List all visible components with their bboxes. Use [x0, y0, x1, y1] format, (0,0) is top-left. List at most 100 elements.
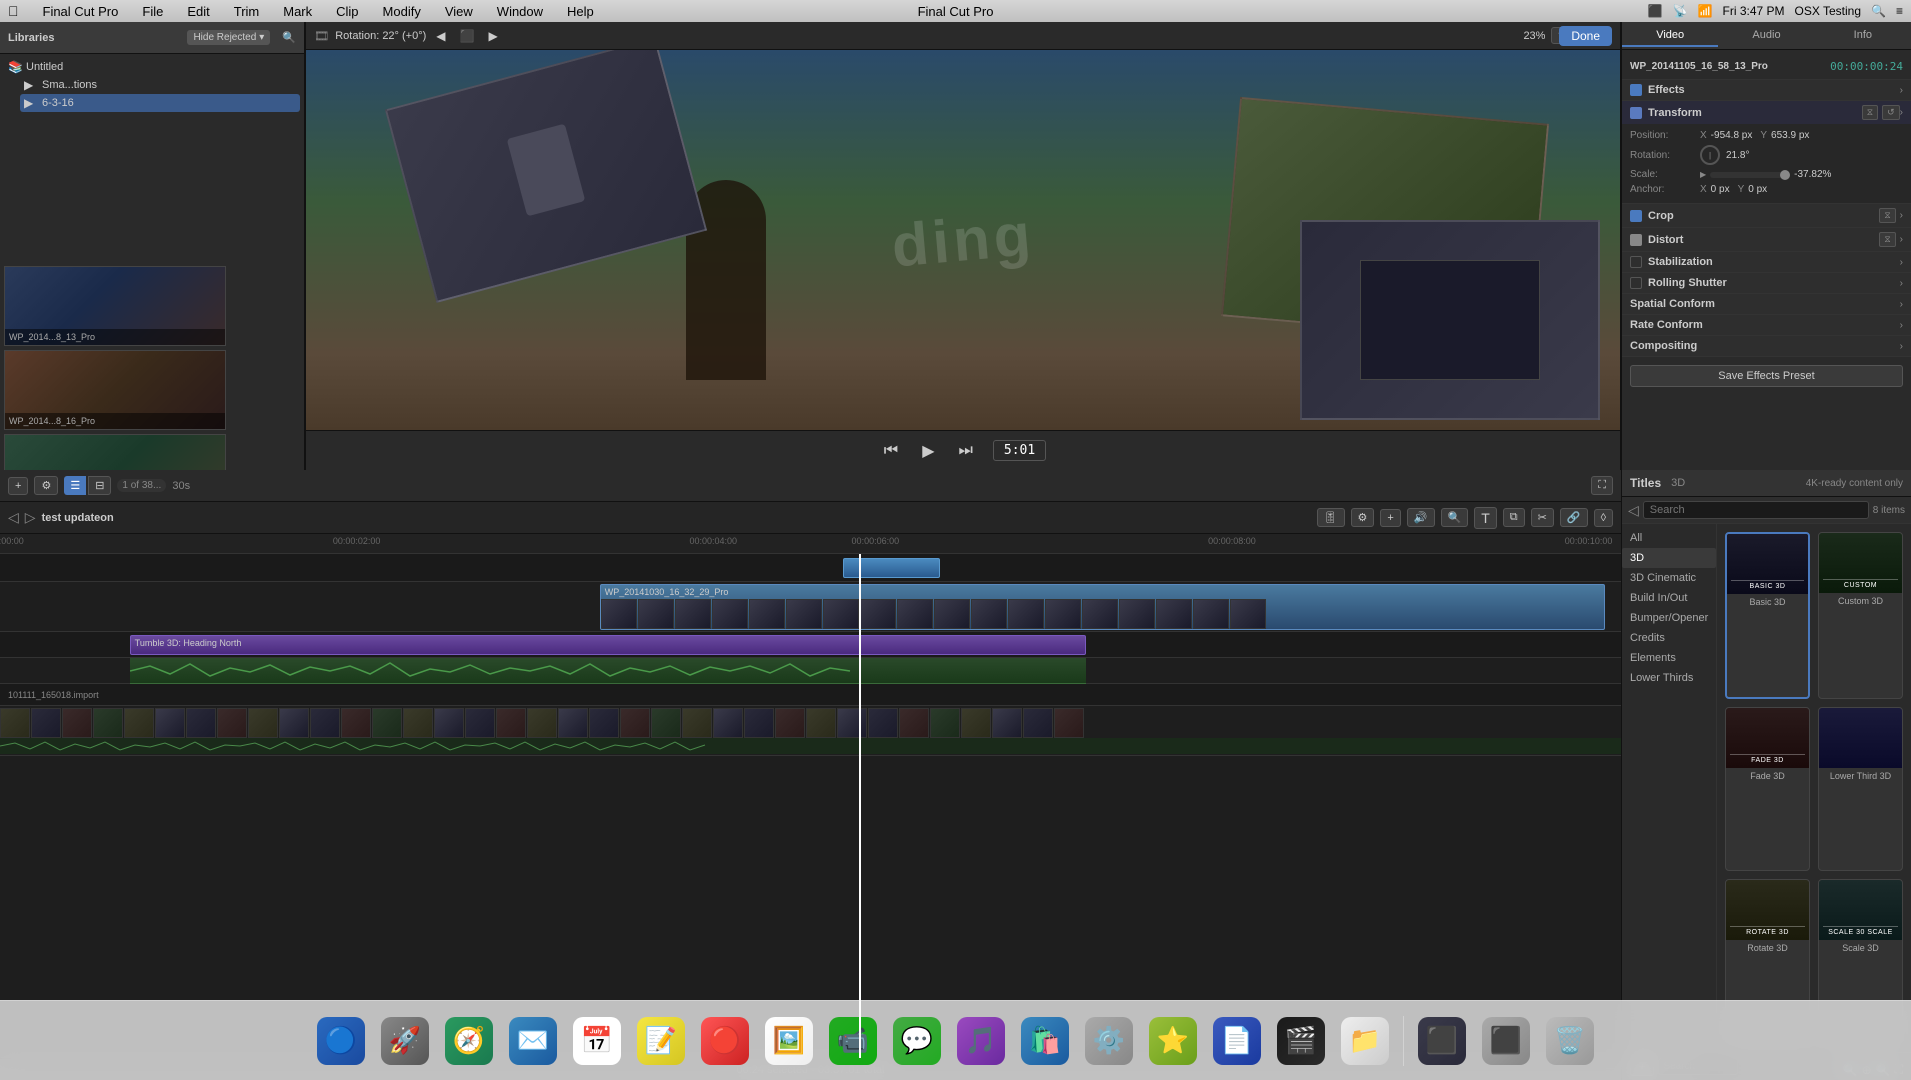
thumbnail-item-2[interactable]: WP_2014...8_16_Pro [4, 350, 300, 430]
menu-mark[interactable]: Mark [279, 4, 316, 19]
blade-tool-button[interactable]: ✂ [1531, 508, 1554, 527]
main-video-clip[interactable]: WP_20141030_16_32_29_Pro [600, 584, 1605, 630]
transform-section-header[interactable]: Transform ⧖ ↺ › [1622, 101, 1911, 124]
dock-item-finder[interactable]: 🔵 [311, 1011, 371, 1071]
stabilization-section-header[interactable]: Stabilization › [1622, 252, 1911, 272]
dock-item-facetime[interactable]: 📹 [823, 1011, 883, 1071]
cat-lower-thirds[interactable]: Lower Thirds [1622, 668, 1716, 688]
titles-back-button[interactable]: ◁ [1628, 502, 1639, 519]
library-item-smart-collections[interactable]: ▶ Sma...tions [20, 76, 300, 94]
dock-item-app1[interactable]: ⬛ [1412, 1011, 1472, 1071]
stabilization-checkbox[interactable] [1630, 256, 1642, 268]
tab-video[interactable]: Video [1622, 25, 1718, 47]
dock-item-photos[interactable]: 🖼️ [759, 1011, 819, 1071]
dock-item-messages[interactable]: 💬 [887, 1011, 947, 1071]
dock-item-notes[interactable]: 📝 [631, 1011, 691, 1071]
add-to-timeline-button[interactable]: + [1380, 509, 1400, 527]
dock-item-app2[interactable]: ⬛ [1476, 1011, 1536, 1071]
timeline-appearance-button[interactable]: 🎚 [1317, 508, 1345, 527]
scale-expand-icon[interactable]: ▶ [1700, 170, 1706, 179]
search-menu-icon[interactable]: 🔍 [1871, 4, 1886, 18]
title-card-fade3d[interactable]: FADE 3D Fade 3D [1725, 707, 1810, 872]
cat-bumper-opener[interactable]: Bumper/Opener [1622, 608, 1716, 628]
menu-file[interactable]: File [138, 4, 167, 19]
library-item-untitled[interactable]: 📚 Untitled [4, 58, 300, 76]
crop-keyframe-button[interactable]: ⧖ [1879, 208, 1895, 223]
connected-clip-block[interactable] [843, 558, 940, 578]
rolling-shutter-checkbox[interactable] [1630, 277, 1642, 289]
menu-finalcutpro[interactable]: Final Cut Pro [39, 4, 123, 19]
title-card-lower3rd[interactable]: Lower Third 3D [1818, 707, 1903, 872]
expand-timeline-button[interactable]: ⛶ [1591, 476, 1613, 495]
anchor-y[interactable]: 0 px [1748, 184, 1767, 195]
library-item-date-folder[interactable]: ▶ 6-3-16 [20, 94, 300, 112]
rolling-shutter-section-header[interactable]: Rolling Shutter › [1622, 273, 1911, 293]
dock-item-systemprefs[interactable]: ⚙️ [1079, 1011, 1139, 1071]
spatial-conform-section-header[interactable]: Spatial Conform › [1622, 294, 1911, 314]
list-view-button[interactable]: ☰ [64, 476, 86, 495]
titles-icon-button[interactable]: T [1474, 507, 1497, 529]
dock-item-reeder[interactable]: ⭐ [1143, 1011, 1203, 1071]
dock-item-reminders[interactable]: 🔴 [695, 1011, 755, 1071]
anchor-x[interactable]: 0 px [1711, 184, 1730, 195]
jump-start-button[interactable]: ⏮ [880, 438, 902, 464]
dock-item-launchpad[interactable]: 🚀 [375, 1011, 435, 1071]
fit-frame-button[interactable]: ⬛ [456, 25, 479, 47]
tab-info[interactable]: Info [1815, 25, 1911, 47]
compositing-section-header[interactable]: Compositing › [1622, 336, 1911, 356]
title-card-basic3d[interactable]: BASIC 3D Basic 3D [1725, 532, 1810, 699]
forward-marker-button[interactable]: ▷ [25, 509, 36, 526]
search-library-icon[interactable]: 🔍 [282, 31, 296, 44]
cat-build-inout[interactable]: Build In/Out [1622, 588, 1716, 608]
dock-item-mail[interactable]: ✉️ [503, 1011, 563, 1071]
filmstrip-view-button[interactable]: ⊟ [88, 476, 111, 495]
dock-item-finder2[interactable]: 📁 [1335, 1011, 1395, 1071]
scale-value[interactable]: -37.82% [1794, 169, 1831, 180]
menu-modify[interactable]: Modify [379, 4, 425, 19]
tab-audio[interactable]: Audio [1718, 25, 1814, 47]
cat-all[interactable]: All [1622, 528, 1716, 548]
distort-section-header[interactable]: Distort ⧖ › [1622, 228, 1911, 251]
menu-window[interactable]: Window [493, 4, 547, 19]
rate-conform-section-header[interactable]: Rate Conform › [1622, 315, 1911, 335]
title-card-custom3d[interactable]: CUSTOM Custom 3D [1818, 532, 1903, 699]
dock-item-appstore[interactable]: 🛍️ [1015, 1011, 1075, 1071]
tumble-3d-clip[interactable]: Tumble 3D: Heading North [130, 635, 1086, 655]
scale-slider[interactable] [1710, 172, 1790, 178]
dock-item-trash[interactable]: 🗑️ [1540, 1011, 1600, 1071]
jump-end-button[interactable]: ⏭ [955, 438, 977, 464]
next-frame-button[interactable]: ▶ [484, 25, 501, 47]
cat-credits[interactable]: Credits [1622, 628, 1716, 648]
dock-item-calendar[interactable]: 📅 [567, 1011, 627, 1071]
cat-elements[interactable]: Elements [1622, 648, 1716, 668]
back-marker-button[interactable]: ◁ [8, 509, 19, 526]
notification-icon[interactable]: ≡ [1896, 4, 1903, 18]
thumbnail-item-3[interactable]: WP_2014...5_40_Pro [4, 434, 300, 470]
titles-search-input[interactable] [1643, 501, 1869, 519]
rotation-dial[interactable]: | [1700, 145, 1720, 165]
menu-edit[interactable]: Edit [183, 4, 213, 19]
thumbnail-item-1[interactable]: WP_2014...8_13_Pro [4, 266, 300, 346]
bottom-filmstrip[interactable] [0, 708, 1621, 754]
crop-section-header[interactable]: Crop ⧖ › [1622, 204, 1911, 227]
zoom-in-button[interactable]: 🔍 [1441, 508, 1469, 527]
linked-selection-button[interactable]: 🔗 [1560, 508, 1588, 527]
position-y[interactable]: 653.9 px [1771, 130, 1809, 141]
transform-keyframe-button[interactable]: ⧖ [1862, 105, 1878, 120]
add-clip-button[interactable]: + [8, 477, 28, 495]
menu-view[interactable]: View [441, 4, 477, 19]
audio-icon[interactable]: 🔊 [1407, 508, 1435, 527]
dock-item-itunes[interactable]: 🎵 [951, 1011, 1011, 1071]
dock-item-word[interactable]: 📄 [1207, 1011, 1267, 1071]
cat-3d[interactable]: 3D [1622, 548, 1716, 568]
menu-trim[interactable]: Trim [230, 4, 264, 19]
timeline-settings-button[interactable]: ⚙ [1351, 508, 1375, 527]
save-effects-preset-button[interactable]: Save Effects Preset [1630, 365, 1903, 387]
done-button[interactable]: Done [1559, 26, 1612, 46]
menu-clip[interactable]: Clip [332, 4, 362, 19]
play-button[interactable]: ▶ [918, 437, 938, 465]
prev-frame-button[interactable]: ◀ [432, 25, 449, 47]
position-x[interactable]: -954.8 px [1711, 130, 1753, 141]
transition-icon-button[interactable]: ⧉ [1503, 508, 1525, 527]
cat-3d-cinematic[interactable]: 3D Cinematic [1622, 568, 1716, 588]
